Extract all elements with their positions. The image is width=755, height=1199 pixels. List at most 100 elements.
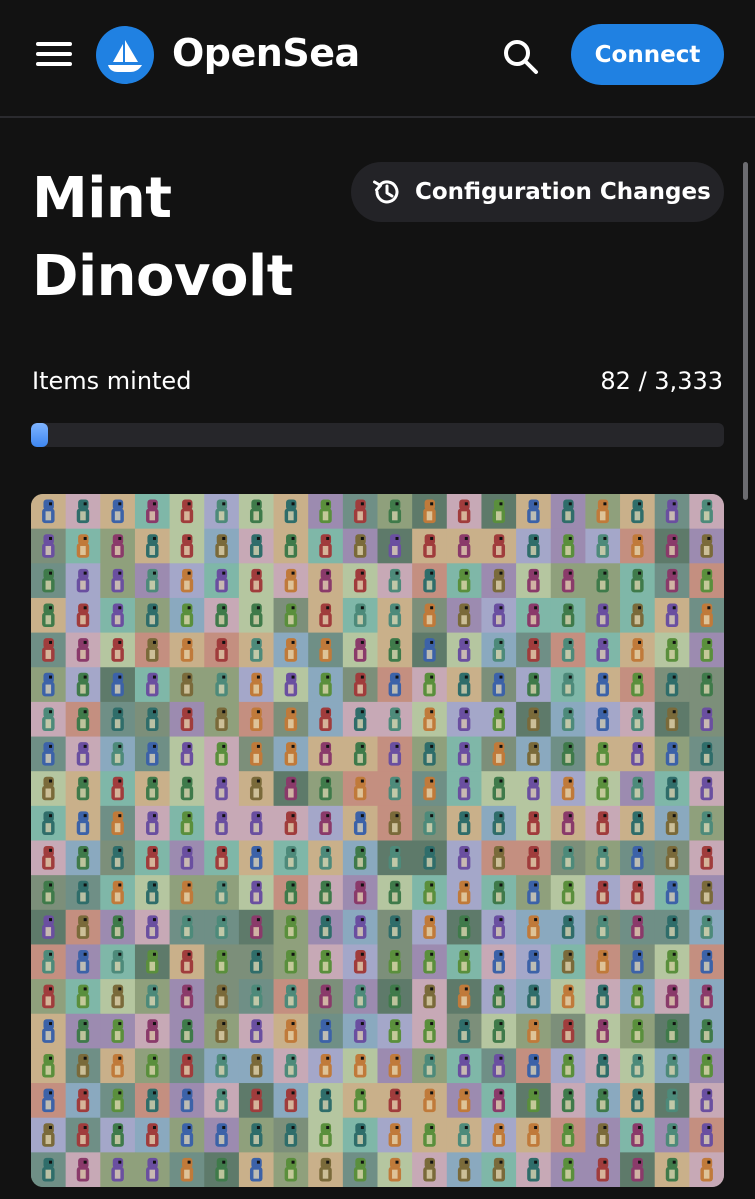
nft-thumbnail [620, 1048, 656, 1084]
nft-thumbnail [100, 944, 136, 980]
nft-thumbnail [169, 494, 205, 530]
nft-thumbnail [342, 944, 378, 980]
nft-thumbnail [620, 1083, 656, 1119]
connect-wallet-button[interactable]: Connect [571, 24, 724, 85]
nft-thumbnail [134, 563, 171, 599]
nft-thumbnail [100, 528, 136, 564]
hamburger-menu-icon[interactable] [36, 40, 72, 68]
nft-thumbnail [134, 701, 171, 738]
nft-thumbnail [308, 875, 344, 911]
nft-thumbnail [689, 563, 724, 599]
nft-thumbnail [550, 701, 586, 738]
nft-thumbnail [204, 632, 240, 668]
page-title: Mint Dinovolt [32, 166, 293, 309]
nft-thumbnail [446, 597, 482, 634]
nft-thumbnail [134, 875, 171, 911]
nft-thumbnail [654, 736, 690, 772]
nft-thumbnail [654, 944, 690, 980]
nft-thumbnail [31, 701, 67, 738]
nft-thumbnail [342, 597, 378, 634]
brand-name[interactable]: OpenSea [172, 28, 360, 78]
configuration-changes-button[interactable]: Configuration Changes [351, 162, 724, 222]
nft-thumbnail [481, 875, 517, 911]
page-scrollbar[interactable] [743, 162, 748, 500]
nft-thumbnail [273, 875, 309, 911]
nft-thumbnail [516, 736, 552, 772]
nft-thumbnail [550, 667, 586, 703]
nft-thumbnail [585, 736, 621, 772]
opensea-logo-icon[interactable] [96, 26, 154, 84]
nft-thumbnail [654, 805, 690, 841]
nft-thumbnail [308, 528, 344, 564]
nft-thumbnail [412, 875, 448, 911]
nft-thumbnail [238, 701, 275, 738]
nft-thumbnail [134, 494, 171, 530]
nft-thumbnail [31, 1152, 67, 1187]
nft-thumbnail [204, 1117, 240, 1153]
nft-thumbnail [689, 528, 724, 564]
nft-thumbnail [238, 771, 275, 807]
nft-thumbnail [31, 494, 67, 530]
nft-thumbnail [342, 875, 378, 911]
nft-thumbnail [620, 597, 656, 634]
nft-thumbnail [446, 944, 482, 980]
nft-thumbnail [342, 701, 378, 738]
nft-thumbnail [585, 771, 621, 807]
nft-thumbnail [412, 1083, 448, 1119]
nft-thumbnail [31, 563, 67, 599]
nft-thumbnail [516, 701, 552, 738]
nft-thumbnail [620, 667, 656, 703]
search-icon[interactable] [500, 36, 540, 76]
nft-thumbnail [689, 1048, 724, 1084]
nft-thumbnail [273, 840, 309, 876]
nft-thumbnail [134, 736, 171, 772]
nft-thumbnail [585, 494, 621, 530]
nft-thumbnail [100, 736, 136, 772]
nft-thumbnail [446, 494, 482, 530]
nft-thumbnail [689, 1013, 724, 1049]
nft-thumbnail [65, 1152, 101, 1187]
nft-thumbnail [654, 1048, 690, 1084]
nft-thumbnail [134, 632, 171, 668]
nft-thumbnail [585, 979, 621, 1015]
nft-thumbnail [585, 1013, 621, 1049]
nft-thumbnail [31, 771, 67, 807]
nft-thumbnail [585, 701, 621, 738]
nft-thumbnail [308, 944, 344, 980]
nft-thumbnail [516, 632, 552, 668]
nft-thumbnail [100, 771, 136, 807]
nft-thumbnail [169, 805, 205, 841]
nft-thumbnail [689, 1117, 724, 1153]
nft-thumbnail [65, 1083, 101, 1119]
nft-thumbnail [134, 840, 171, 876]
nft-thumbnail [516, 597, 552, 634]
nft-thumbnail [446, 875, 482, 911]
nft-thumbnail [273, 563, 309, 599]
nft-thumbnail [169, 840, 205, 876]
nft-thumbnail [238, 1117, 275, 1153]
nft-thumbnail [550, 1083, 586, 1119]
nft-thumbnail [689, 667, 724, 703]
nft-thumbnail [516, 875, 552, 911]
nft-thumbnail [689, 944, 724, 980]
nft-thumbnail [412, 528, 448, 564]
nft-thumbnail [308, 632, 344, 668]
nft-thumbnail [654, 701, 690, 738]
nft-thumbnail [100, 701, 136, 738]
nft-thumbnail [308, 597, 344, 634]
nft-thumbnail [654, 771, 690, 807]
nft-thumbnail [273, 909, 309, 945]
nft-thumbnail [481, 632, 517, 668]
nft-thumbnail [238, 909, 275, 945]
nft-thumbnail [654, 1152, 690, 1187]
nft-thumbnail [481, 563, 517, 599]
nft-thumbnail [273, 494, 309, 530]
nft-thumbnail [273, 597, 309, 634]
nft-thumbnail [550, 528, 586, 564]
nft-thumbnail [65, 667, 101, 703]
nft-thumbnail [134, 979, 171, 1015]
nft-thumbnail [169, 1152, 205, 1187]
nft-thumbnail [654, 979, 690, 1015]
nft-thumbnail [412, 1152, 448, 1187]
nft-thumbnail [31, 1117, 67, 1153]
